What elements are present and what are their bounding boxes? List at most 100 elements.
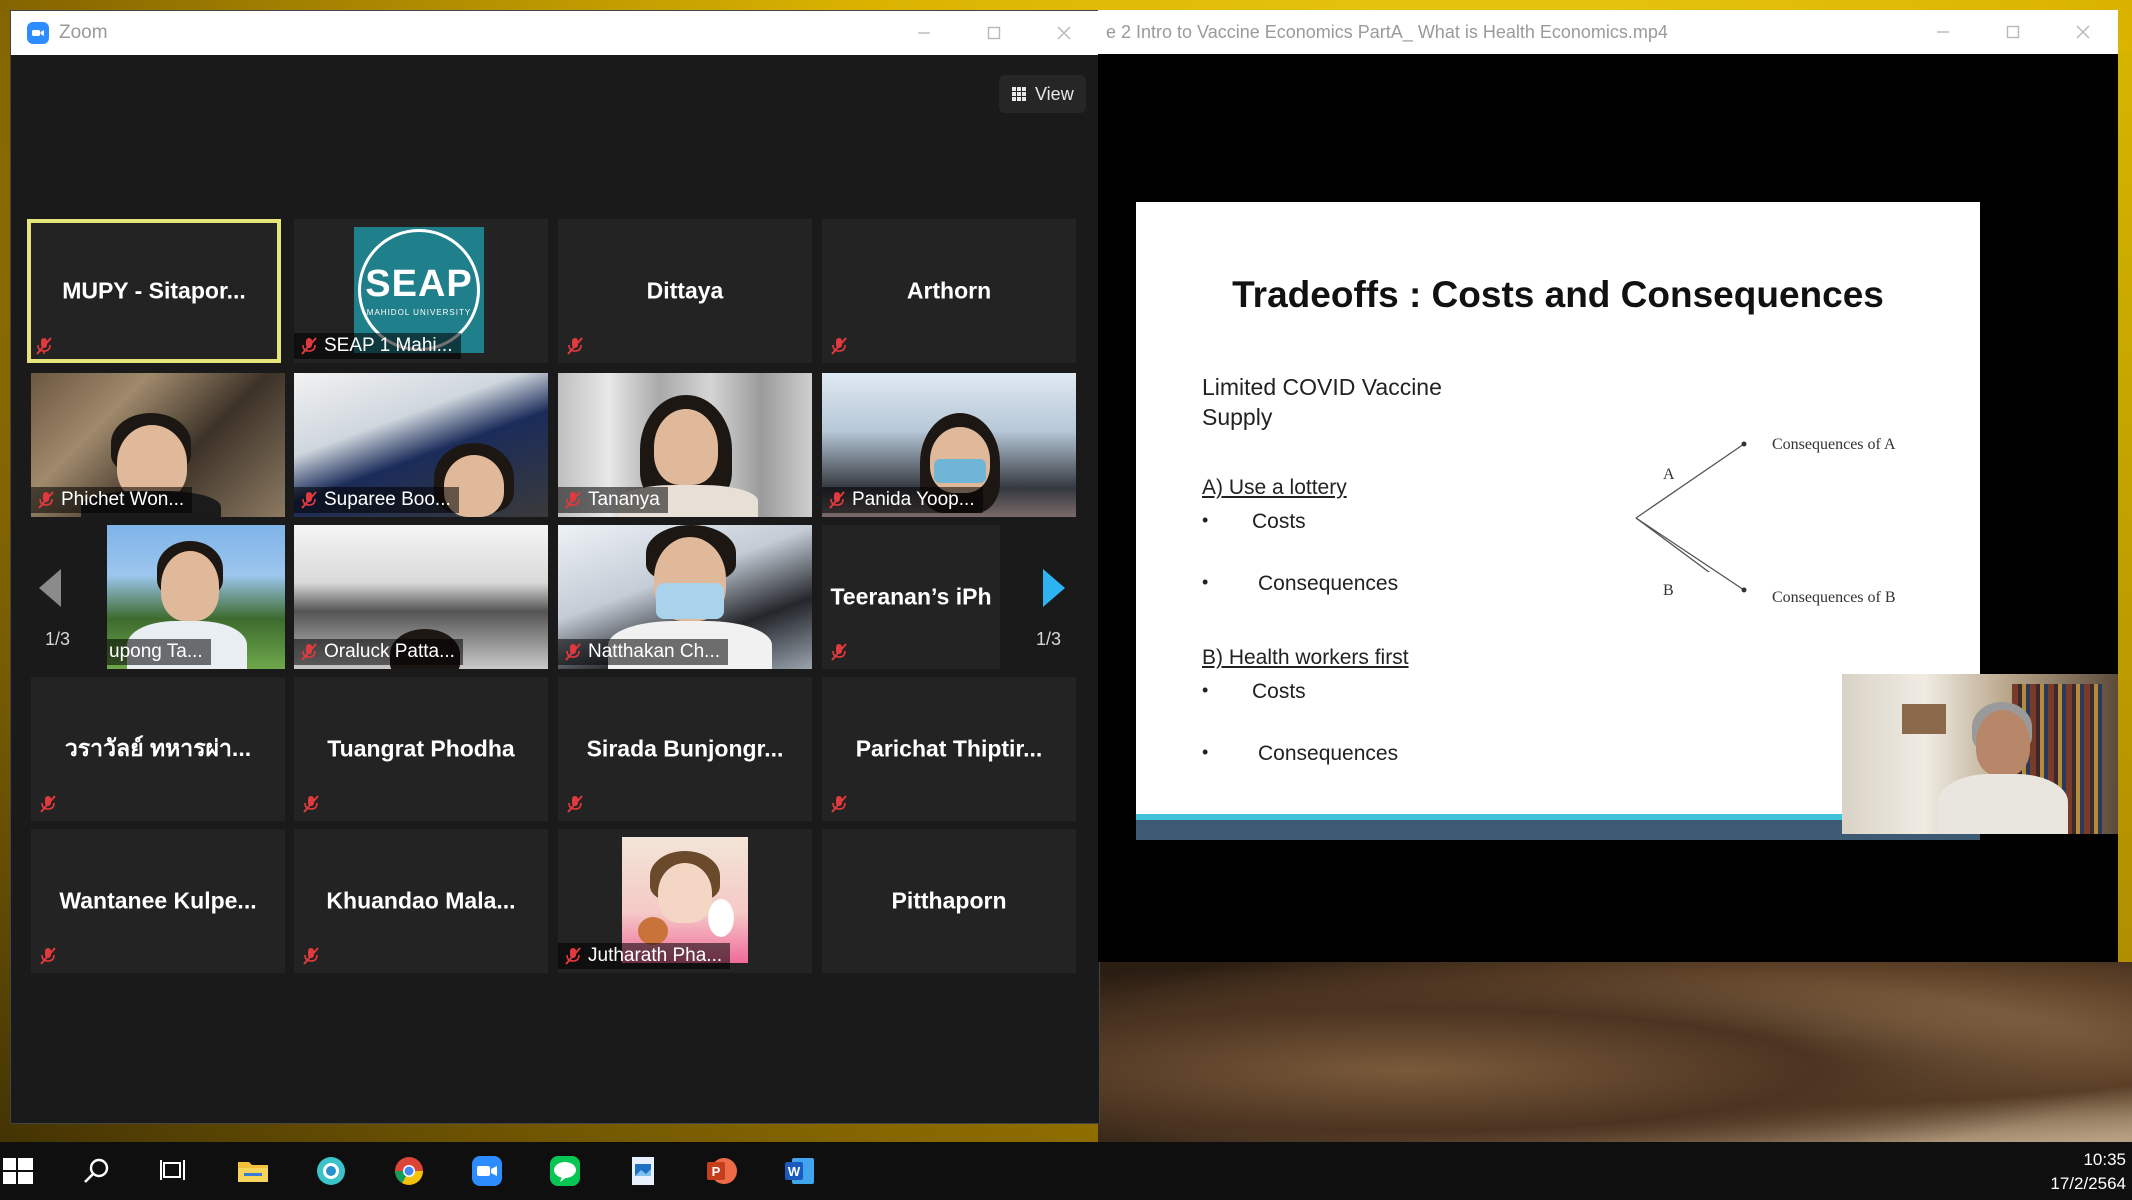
participant-name: Dittaya (646, 277, 724, 304)
participant-tile[interactable]: SEAP MAHIDOL UNIVERSITY SEAP 1 Mahi... (294, 219, 548, 363)
participant-tile[interactable]: Teeranan’s iPh (822, 525, 1000, 669)
participant-label: upong Ta... (107, 639, 211, 665)
muted-mic-icon (300, 793, 322, 815)
chrome-icon[interactable] (370, 1142, 448, 1200)
consequence-b-label: Consequences of B (1772, 589, 1896, 606)
participant-name: Jutharath Pha... (588, 945, 723, 966)
branch-label-b: B (1663, 582, 1674, 599)
slide-text: Costs (1252, 510, 1306, 533)
player-titlebar[interactable]: e 2 Intro to Vaccine Economics PartA_ Wh… (1098, 10, 2118, 54)
participant-label: Panida Yoop... (822, 487, 983, 513)
view-button[interactable]: View (999, 75, 1086, 113)
participant-label: Jutharath Pha... (558, 943, 731, 969)
close-button[interactable] (1029, 11, 1099, 55)
edge-like-icon[interactable] (292, 1142, 370, 1200)
desktop-wallpaper-image (1098, 962, 2132, 1142)
participant-tile[interactable]: Khuandao Mala... (294, 829, 548, 973)
zoom-gallery-view: View MUPY - Sitapor... SEAP MAHIDOL UNIV… (11, 55, 1099, 1123)
system-clock[interactable]: 10:35 17/2/2564 (2050, 1148, 2126, 1196)
participant-video-tile[interactable]: Oraluck Patta... (294, 525, 548, 669)
muted-mic-icon (298, 641, 320, 663)
participant-name: upong Ta... (109, 641, 203, 662)
participant-name: Natthakan Ch... (588, 641, 721, 662)
media-player-window: e 2 Intro to Vaccine Economics PartA_ Wh… (1098, 10, 2118, 962)
participant-label: SEAP 1 Mahi... (294, 333, 461, 359)
participant-name: Teeranan’s iPh (830, 583, 992, 610)
bullet: • (1202, 680, 1209, 700)
zoom-app-icon[interactable] (448, 1142, 526, 1200)
participant-name: Wantanee Kulpe... (59, 887, 257, 914)
previous-page-arrow-icon[interactable] (33, 563, 67, 613)
muted-mic-icon (564, 793, 586, 815)
participant-name: SEAP 1 Mahi... (324, 335, 453, 356)
participant-name: Suparee Boo... (324, 489, 451, 510)
participant-name: Parichat Thiptir... (855, 735, 1043, 762)
zoom-window: Zoom View MUPY - Sitapor... SEAP MAHIDOL… (10, 10, 1100, 1124)
participant-label: Oraluck Patta... (294, 639, 463, 665)
branch-label-a: A (1663, 466, 1675, 483)
muted-mic-icon (828, 641, 850, 663)
zoom-titlebar[interactable]: Zoom (11, 11, 1099, 55)
participant-name: วราวัลย์ ทหารผ่า... (64, 735, 252, 761)
file-explorer-icon[interactable] (214, 1142, 292, 1200)
video-area[interactable]: Tradeoffs : Costs and Consequences Limit… (1098, 54, 2118, 962)
word-icon[interactable]: W (760, 1142, 838, 1200)
participant-label: Natthakan Ch... (558, 639, 729, 665)
slide-text: Limited COVID Vaccine (1202, 374, 1442, 400)
participant-tile[interactable]: Parichat Thiptir... (822, 677, 1076, 821)
photos-icon[interactable] (604, 1142, 682, 1200)
participant-name: Khuandao Mala... (326, 887, 516, 914)
participant-video-tile[interactable]: Natthakan Ch... (558, 525, 812, 669)
line-app-icon[interactable] (526, 1142, 604, 1200)
muted-mic-icon (298, 335, 320, 357)
muted-mic-icon (300, 945, 322, 967)
zoom-window-title: Zoom (59, 22, 108, 43)
muted-mic-icon (562, 641, 584, 663)
windows-taskbar: P W 10:35 17/2/2564 (0, 1142, 2132, 1200)
participant-name: Panida Yoop... (852, 489, 975, 510)
participant-name: Sirada Bunjongr... (586, 735, 784, 762)
participant-tile[interactable]: วราวัลย์ ทหารผ่า... (31, 677, 285, 821)
view-button-label: View (1035, 83, 1074, 104)
bullet: • (1202, 572, 1209, 592)
participant-tile[interactable]: Sirada Bunjongr... (558, 677, 812, 821)
minimize-button[interactable] (889, 11, 959, 55)
participant-tile[interactable]: Tuangrat Phodha (294, 677, 548, 821)
slide-title: Tradeoffs : Costs and Consequences (1232, 274, 1884, 315)
participant-video-tile[interactable]: Phichet Won... (31, 373, 285, 517)
start-icon[interactable] (0, 1142, 36, 1200)
close-button[interactable] (2048, 10, 2118, 54)
clock-date: 17/2/2564 (2050, 1174, 2126, 1193)
participant-tile[interactable]: Pitthaporn (822, 829, 1076, 973)
participant-video-tile[interactable]: Tananya (558, 373, 812, 517)
maximize-button[interactable] (1978, 10, 2048, 54)
participant-tile[interactable]: Wantanee Kulpe... (31, 829, 285, 973)
slide-option-b: B) Health workers first (1202, 646, 1409, 669)
slide-text: Supply (1202, 404, 1273, 430)
svg-text:W: W (788, 1164, 801, 1179)
search-icon[interactable] (58, 1142, 136, 1200)
participant-tile[interactable]: Dittaya (558, 219, 812, 363)
minimize-button[interactable] (1908, 10, 1978, 54)
muted-mic-icon (828, 793, 850, 815)
participant-name: MUPY - Sitapor... (62, 277, 246, 304)
participant-name: Tananya (588, 489, 660, 510)
maximize-button[interactable] (959, 11, 1029, 55)
task-view-icon[interactable] (136, 1142, 214, 1200)
slide-text: Consequences (1258, 742, 1399, 765)
grid-icon (1012, 87, 1026, 101)
participant-name: Phichet Won... (61, 489, 185, 510)
participant-label: Suparee Boo... (294, 487, 459, 513)
participant-video-tile[interactable]: Suparee Boo... (294, 373, 548, 517)
participant-tile[interactable]: Jutharath Pha... (558, 829, 812, 973)
decision-tree-branch-b (1635, 518, 1747, 593)
participant-tile[interactable]: Arthorn (822, 219, 1076, 363)
muted-mic-icon (33, 335, 55, 357)
powerpoint-icon[interactable]: P (682, 1142, 760, 1200)
participant-video-tile[interactable]: Panida Yoop... (822, 373, 1076, 517)
consequence-a-label: Consequences of A (1772, 436, 1896, 453)
participant-tile[interactable]: MUPY - Sitapor... (27, 219, 281, 363)
svg-text:P: P (712, 1164, 721, 1179)
next-page-arrow-icon[interactable] (1037, 563, 1071, 613)
participant-video-tile[interactable]: upong Ta... (107, 525, 285, 669)
